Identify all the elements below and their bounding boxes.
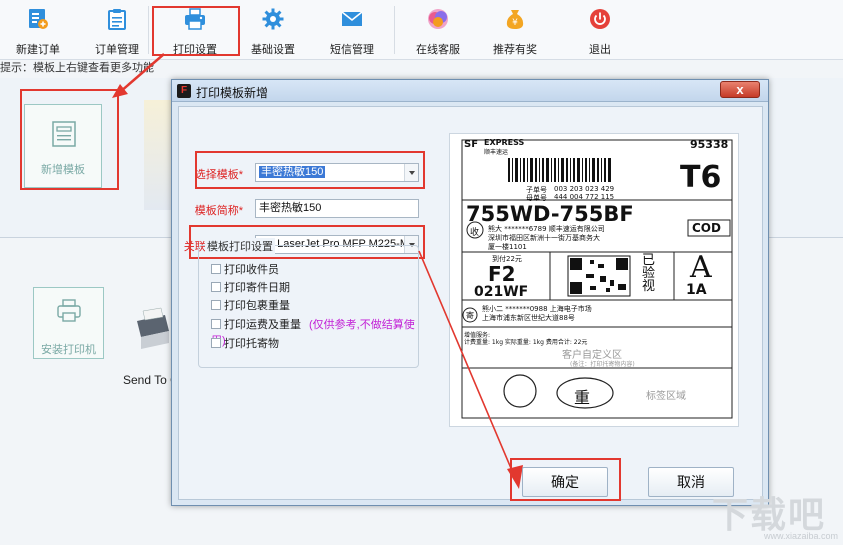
close-button[interactable]: x — [720, 81, 760, 98]
short-name-input[interactable]: 丰密热敏150 — [255, 199, 419, 218]
toolbar-divider — [148, 6, 149, 54]
dialog-titlebar[interactable]: F 打印模板新增 x — [172, 80, 768, 102]
customer-service-icon — [428, 9, 448, 29]
app-logo-icon: F — [177, 84, 191, 98]
exit-label: 退出 — [589, 44, 611, 56]
sms-management-label: 短信管理 — [330, 44, 374, 56]
option-label: 打印运费及重量 — [224, 319, 301, 331]
basic-settings-label: 基础设置 — [251, 44, 295, 56]
watermark-url: www.xiazaiba.com — [764, 531, 839, 541]
referral-reward-label: 推荐有奖 — [493, 44, 537, 56]
referral-reward-button[interactable]: ¥ 推荐有奖 — [479, 2, 551, 58]
dialog-body: 选择模板* 丰密热敏150 模板简称* 丰密热敏150 关联打印机* HP La… — [178, 106, 763, 501]
new-order-label: 新建订单 — [16, 44, 60, 56]
exit-button[interactable]: 退出 — [564, 2, 636, 58]
sms-management-button[interactable]: 短信管理 — [316, 2, 388, 58]
letter-a: A — [690, 250, 712, 285]
option-label: 打印托寄物 — [224, 338, 279, 350]
template-dialog: F 打印模板新增 x 选择模板* 丰密热敏150 模板简称* 丰密热敏150 关… — [171, 79, 769, 506]
money-bag-icon: ¥ — [506, 10, 524, 29]
option-print-receiver[interactable]: 打印收件员 — [211, 261, 279, 277]
custom-note-text: (备注：打印托寄物内容) — [570, 361, 635, 368]
waybill-number: 003 203 023 429 — [554, 185, 615, 193]
option-label: 打印包裹重量 — [224, 300, 290, 312]
ok-button-highlight — [510, 458, 621, 501]
receive-mark: 收 — [470, 228, 480, 238]
cod-badge: COD — [692, 221, 721, 235]
svg-text:¥: ¥ — [512, 18, 518, 28]
online-service-button[interactable]: 在线客服 — [402, 2, 474, 58]
option-print-goods[interactable]: 打印托寄物 — [211, 335, 279, 351]
sf-logo: SF — [464, 139, 479, 150]
clipboard-icon — [108, 9, 126, 30]
express-cn-text: 顺丰速运 — [484, 149, 509, 156]
add-template-highlight — [20, 89, 119, 190]
heavy-mark: 重 — [574, 388, 591, 407]
code-1a: 1A — [686, 282, 707, 298]
short-name-label: 模板简称* — [194, 205, 243, 217]
printer-device-icon — [137, 307, 169, 349]
install-printer-tile[interactable]: 安装打印机 — [33, 287, 104, 359]
print-options-title: 模板打印设置 — [205, 238, 275, 254]
route-code: 755WD-755BF — [466, 202, 634, 226]
hotline-text: 95338 — [690, 138, 729, 151]
checkbox[interactable] — [211, 264, 221, 274]
online-service-label: 在线客服 — [416, 44, 460, 56]
new-order-button[interactable]: 新建订单 — [2, 2, 74, 58]
guide-arrow — [112, 53, 165, 98]
checkbox[interactable] — [211, 338, 221, 348]
power-icon — [590, 9, 610, 29]
printer-icon — [57, 299, 81, 322]
dialog-title: 打印模板新增 — [196, 86, 269, 100]
express-text: EXPRESS — [484, 138, 525, 147]
verified-stamp: 已验视 — [642, 253, 656, 294]
option-print-send-date[interactable]: 打印寄件日期 — [211, 279, 290, 295]
new-order-icon — [29, 9, 48, 29]
template-thumbnail[interactable] — [144, 100, 172, 210]
sign-area-text: 标签区域 — [646, 391, 686, 402]
template-select-highlight — [195, 151, 425, 189]
toolbar-divider — [394, 6, 395, 54]
print-settings-highlight — [152, 6, 240, 56]
print-options-group: 模板打印设置 打印收件员 打印寄件日期 打印包裹重量 打印运费及重量 (仅供参考,… — [198, 238, 419, 368]
option-label: 打印寄件日期 — [224, 282, 290, 294]
option-print-weight[interactable]: 打印包裹重量 — [211, 297, 290, 313]
basic-settings-button[interactable]: 基础设置 — [237, 2, 309, 58]
t6-code: T6 — [680, 160, 722, 195]
option-label: 打印收件员 — [224, 264, 279, 276]
gear-icon — [262, 8, 284, 30]
checkbox[interactable] — [211, 319, 221, 329]
install-printer-label: 安装打印机 — [41, 344, 96, 356]
checkbox[interactable] — [211, 300, 221, 310]
parent-number: 444 004 772 115 — [554, 193, 615, 201]
envelope-icon — [341, 11, 363, 26]
checkbox[interactable] — [211, 282, 221, 292]
